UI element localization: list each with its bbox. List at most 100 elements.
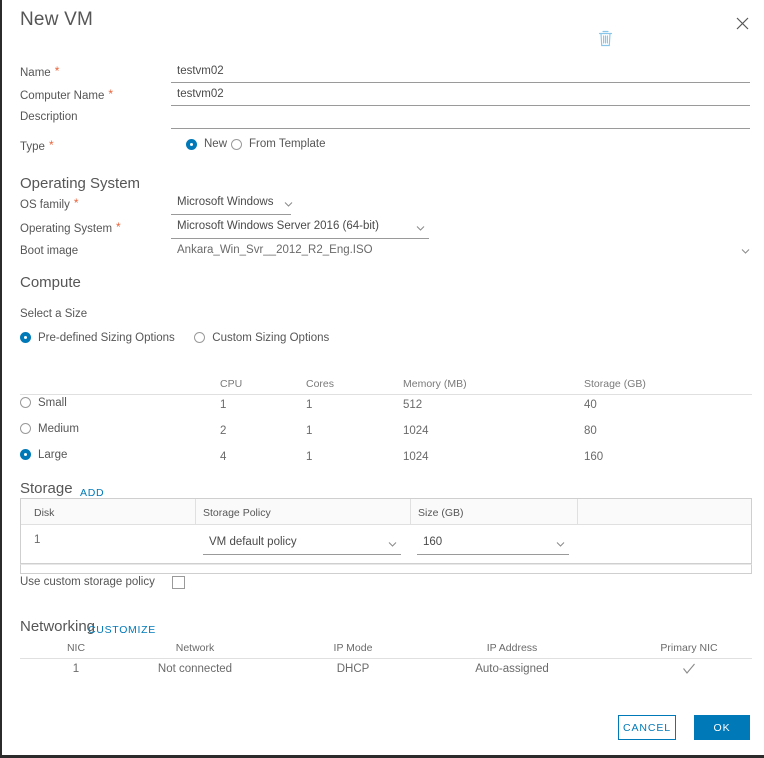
sizing-mode-group: Pre-defined Sizing Options Custom Sizing… <box>20 330 329 348</box>
name-input[interactable] <box>171 62 750 83</box>
storage-size-value: 160 <box>423 536 443 548</box>
compute-heading: Compute <box>20 274 81 291</box>
chevron-down-icon <box>388 540 397 549</box>
operating-system-label-text: Operating System <box>20 223 113 235</box>
chevron-down-icon <box>741 247 750 256</box>
sizing-mode-predefined-label: Pre-defined Sizing Options <box>38 331 175 344</box>
trash-icon[interactable] <box>598 30 614 48</box>
chevron-down-icon <box>556 540 565 549</box>
column-header-memory: Memory (MB) <box>403 378 467 390</box>
ok-button[interactable]: OK <box>694 715 750 740</box>
cell-network: Not connected <box>157 663 233 675</box>
table-row[interactable]: Large 4 1 1024 160 <box>20 447 752 473</box>
type-radio-from-template[interactable]: From Template <box>231 138 325 150</box>
cell-cpu: 4 <box>220 451 227 463</box>
required-marker: * <box>73 196 79 210</box>
select-a-size-label: Select a Size <box>20 308 88 320</box>
sizing-mode-predefined[interactable]: Pre-defined Sizing Options <box>20 332 175 344</box>
sizing-mode-custom[interactable]: Custom Sizing Options <box>194 332 329 344</box>
column-header-storage-policy: Storage Policy <box>203 507 271 519</box>
required-marker: * <box>48 138 54 152</box>
cell-ip-mode: DHCP <box>336 663 370 675</box>
required-marker: * <box>116 220 121 234</box>
computer-name-row: Computer Name * <box>20 85 750 108</box>
type-radio-new[interactable]: New <box>186 138 227 150</box>
boot-image-select[interactable]: Ankara_Win_Svr__2012_R2_Eng.ISO <box>171 242 750 263</box>
column-header-storage: Storage (GB) <box>584 378 646 390</box>
column-header-size: Size (GB) <box>418 507 464 519</box>
computer-name-input[interactable] <box>171 85 750 106</box>
cell-cores: 1 <box>306 425 313 437</box>
column-header-primary-nic: Primary NIC <box>660 642 718 654</box>
type-radio-from-template-label: From Template <box>249 138 326 150</box>
os-family-select[interactable]: Microsoft Windows <box>171 194 293 215</box>
cell-ip-address: Auto-assigned <box>475 663 549 675</box>
storage-table-row: 1 VM default policy 160 <box>21 525 751 564</box>
operating-system-heading: Operating System <box>20 175 141 192</box>
radio-dot-icon <box>20 332 31 343</box>
radio-dot-icon <box>231 138 242 150</box>
table-row[interactable]: Small 1 1 512 40 <box>20 395 752 421</box>
column-header-network: Network <box>175 642 215 654</box>
cell-memory: 1024 <box>403 425 429 437</box>
cell-storage: 80 <box>584 425 597 437</box>
networking-customize-link[interactable]: CUSTOMIZE <box>88 624 156 636</box>
boot-image-row: Boot image Ankara_Win_Svr__2012_R2_Eng.I… <box>20 242 750 265</box>
operating-system-select[interactable]: Microsoft Windows Server 2016 (64-bit) <box>171 218 429 239</box>
computer-name-label: Computer Name * <box>20 87 114 102</box>
size-radio-large[interactable]: Large <box>20 449 67 461</box>
column-divider <box>410 499 411 524</box>
column-header-disk: Disk <box>34 507 55 519</box>
operating-system-value: Microsoft Windows Server 2016 (64-bit) <box>177 220 379 232</box>
storage-size-select[interactable]: 160 <box>417 534 569 555</box>
radio-dot-icon <box>20 397 31 408</box>
type-label-text: Type <box>20 141 45 153</box>
radio-dot-icon <box>20 449 31 460</box>
cell-storage: 40 <box>584 399 597 411</box>
networking-table-header: NIC Network IP Mode IP Address Primary N… <box>20 638 752 659</box>
os-family-row: OS family * Microsoft Windows <box>20 194 750 217</box>
description-input[interactable] <box>171 108 750 129</box>
cell-cores: 1 <box>306 451 313 463</box>
required-marker: * <box>108 87 114 101</box>
sizing-table-header: CPU Cores Memory (MB) Storage (GB) <box>20 374 752 395</box>
type-label: Type * <box>20 138 54 153</box>
name-label: Name * <box>20 64 60 79</box>
size-radio-medium-label: Medium <box>38 422 79 435</box>
os-family-label: OS family * <box>20 196 79 211</box>
table-row[interactable]: Medium 2 1 1024 80 <box>20 421 752 447</box>
os-family-label-text: OS family <box>20 199 70 211</box>
sizing-mode-custom-label: Custom Sizing Options <box>212 331 330 344</box>
column-divider <box>577 499 578 524</box>
required-marker: * <box>54 64 60 78</box>
chevron-down-icon <box>416 224 425 233</box>
column-header-cores: Cores <box>306 378 335 390</box>
radio-dot-icon <box>20 423 31 434</box>
type-radio-new-label: New <box>204 138 228 150</box>
size-radio-medium[interactable]: Medium <box>20 423 79 435</box>
networking-heading: Networking <box>20 618 96 635</box>
sizing-table: CPU Cores Memory (MB) Storage (GB) Small… <box>20 374 752 473</box>
use-custom-storage-policy-checkbox[interactable] <box>172 576 185 589</box>
dialog-footer: CANCEL OK <box>2 701 764 755</box>
storage-heading: Storage <box>20 480 73 497</box>
storage-table-footer <box>20 564 752 574</box>
chevron-down-icon <box>284 200 293 209</box>
computer-name-label-text: Computer Name <box>20 90 105 102</box>
column-header-cpu: CPU <box>220 378 243 390</box>
cell-disk-number: 1 <box>34 534 41 546</box>
use-custom-storage-policy-label: Use custom storage policy <box>20 576 155 588</box>
check-icon <box>682 663 696 675</box>
storage-policy-select[interactable]: VM default policy <box>203 534 401 555</box>
cell-storage: 160 <box>584 451 604 463</box>
networking-table: NIC Network IP Mode IP Address Primary N… <box>20 638 752 685</box>
name-row: Name * <box>20 62 750 85</box>
cell-primary-nic <box>640 663 738 678</box>
close-icon[interactable] <box>730 11 754 35</box>
cancel-button[interactable]: CANCEL <box>618 715 676 740</box>
size-radio-small[interactable]: Small <box>20 397 67 409</box>
column-header-nic: NIC <box>66 642 86 654</box>
radio-dot-icon <box>194 332 206 343</box>
radio-dot-icon <box>186 138 197 150</box>
size-radio-large-label: Large <box>38 448 68 461</box>
